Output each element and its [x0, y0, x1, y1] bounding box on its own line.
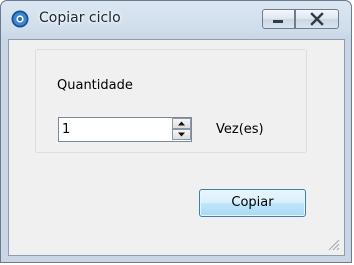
minimize-button[interactable]: [262, 9, 295, 29]
spin-up-arrow-icon: [178, 121, 185, 126]
round-app-icon: [11, 10, 29, 28]
quantity-group-label: Quantidade: [54, 78, 136, 93]
spin-down-arrow-icon: [178, 132, 185, 137]
minimize-icon: [273, 20, 283, 23]
resize-grip-icon[interactable]: [326, 237, 340, 251]
quantity-input[interactable]: [59, 118, 169, 141]
quantity-stepper[interactable]: [58, 117, 192, 142]
quantity-decrement-button[interactable]: [172, 129, 191, 140]
close-icon: [310, 12, 324, 26]
quantity-increment-button[interactable]: [172, 118, 191, 129]
close-button[interactable]: [295, 9, 339, 29]
copy-button[interactable]: Copiar: [199, 189, 306, 217]
times-unit-label: Vez(es): [216, 122, 264, 137]
window-title: Copiar ciclo: [39, 10, 121, 26]
title-bar[interactable]: Copiar ciclo: [1, 1, 351, 39]
